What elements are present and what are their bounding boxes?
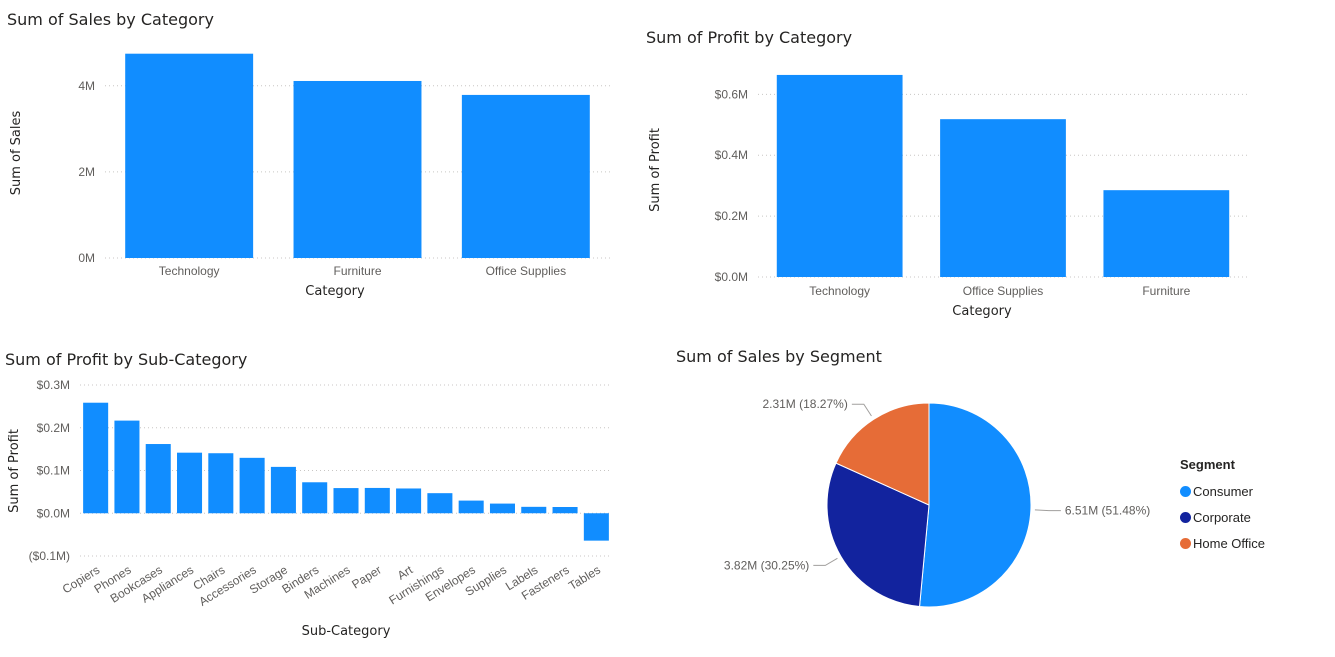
sales-by-segment-chart[interactable]: Sum of Sales by Segment 6.51M (51.48%) 3.…	[640, 335, 1330, 655]
data-label-leader	[813, 557, 838, 566]
legend-marker-corporate	[1180, 511, 1191, 523]
x-axis-title: Category	[305, 284, 365, 299]
segment-legend: Segment Consumer Corporate Home Office	[1180, 457, 1265, 556]
pie-slice-consumer[interactable]	[918, 402, 1032, 608]
y-tick-label: $0.3M	[37, 378, 70, 392]
bar-accessories[interactable]	[239, 457, 265, 514]
profit-by-subcategory-chart[interactable]: Sum of Profit by Sub-Category ($0.1M) $0.…	[0, 335, 620, 655]
data-label-leader	[851, 403, 872, 417]
legend-label: Corporate	[1193, 509, 1251, 525]
x-tick-label: Tables	[566, 563, 603, 593]
bar-supplies[interactable]	[489, 503, 515, 514]
profit-by-subcategory-plot: ($0.1M)$0.0M$0.1M$0.2M$0.3MCopiersPhones…	[7, 378, 612, 639]
profit-by-category-chart[interactable]: Sum of Profit by Category $0.0M $0.2M $0.4…	[640, 0, 1260, 330]
legend-item-home-office[interactable]: Home Office	[1180, 530, 1265, 556]
bar-copiers[interactable]	[83, 402, 109, 514]
bar-machines[interactable]	[333, 488, 359, 514]
legend-item-consumer[interactable]: Consumer	[1180, 478, 1265, 504]
y-axis-title: Sum of Profit	[648, 128, 663, 212]
y-tick-label: $0.4M	[715, 148, 748, 162]
bar-paper[interactable]	[364, 487, 390, 514]
y-axis-title: Sum of Profit	[7, 429, 22, 513]
data-label: 6.51M (51.48%)	[1065, 504, 1150, 518]
bar-tables[interactable]	[583, 513, 609, 541]
y-axis-title: Sum of Sales	[9, 111, 24, 196]
x-axis-title: Category	[952, 304, 1012, 319]
legend-label: Home Office	[1193, 535, 1266, 551]
y-tick-label: $0.2M	[715, 209, 748, 223]
bar-storage[interactable]	[270, 466, 296, 514]
bar-technology[interactable]	[776, 74, 903, 277]
bar-envelopes[interactable]	[458, 500, 484, 514]
y-tick-label: $0.6M	[715, 87, 748, 101]
x-tick-label: Furniture	[1142, 284, 1190, 298]
y-tick-label: ($0.1M)	[29, 549, 70, 563]
bar-office-supplies[interactable]	[940, 119, 1066, 277]
data-label: 2.31M (18.27%)	[762, 397, 847, 411]
y-tick-label: $0.0M	[715, 270, 748, 284]
bar-office-supplies[interactable]	[461, 94, 590, 258]
bar-bookcases[interactable]	[145, 444, 171, 514]
data-label: 3.82M (30.25%)	[724, 558, 809, 572]
bar-furniture[interactable]	[1103, 190, 1230, 277]
legend-item-corporate[interactable]: Corporate	[1180, 504, 1265, 530]
bar-furnishings[interactable]	[427, 493, 453, 514]
bar-furniture[interactable]	[293, 80, 422, 258]
bar-labels[interactable]	[521, 506, 547, 514]
x-tick-label: Technology	[159, 264, 220, 278]
legend-marker-home-office	[1180, 537, 1191, 549]
y-tick-label: 2M	[78, 165, 95, 179]
bar-binders[interactable]	[302, 482, 328, 514]
y-tick-label: $0.0M	[37, 506, 70, 520]
x-tick-label: Furniture	[333, 264, 381, 278]
y-tick-label: $0.2M	[37, 421, 70, 435]
x-tick-label: Office Supplies	[963, 284, 1044, 298]
legend-label: Consumer	[1193, 483, 1253, 499]
x-axis-title: Sub-Category	[302, 624, 391, 639]
y-tick-label: $0.1M	[37, 464, 70, 478]
bar-phones[interactable]	[114, 420, 140, 514]
legend-marker-consumer	[1180, 485, 1191, 497]
legend-title: Segment	[1180, 457, 1235, 472]
y-tick-label: 4M	[78, 79, 95, 93]
profit-by-category-plot: $0.0M $0.2M $0.4M $0.6M Technology Office Sup…	[648, 74, 1248, 319]
bar-chairs[interactable]	[208, 453, 234, 514]
x-tick-label: Paper	[349, 563, 384, 592]
bar-art[interactable]	[396, 488, 422, 514]
x-tick-label: Technology	[809, 284, 870, 298]
data-label-leader	[1034, 509, 1061, 512]
bar-appliances[interactable]	[177, 452, 203, 514]
y-tick-label: 0M	[78, 251, 95, 265]
bar-technology[interactable]	[125, 53, 254, 258]
sales-by-category-plot: 0M 2M 4M Technology Furniture Office Supplies…	[9, 53, 610, 299]
sales-by-category-chart[interactable]: Sum of Sales by Category 0M 2M 4M Technolog…	[0, 0, 620, 310]
bar-fasteners[interactable]	[552, 506, 578, 514]
x-tick-label: Office Supplies	[486, 264, 567, 278]
